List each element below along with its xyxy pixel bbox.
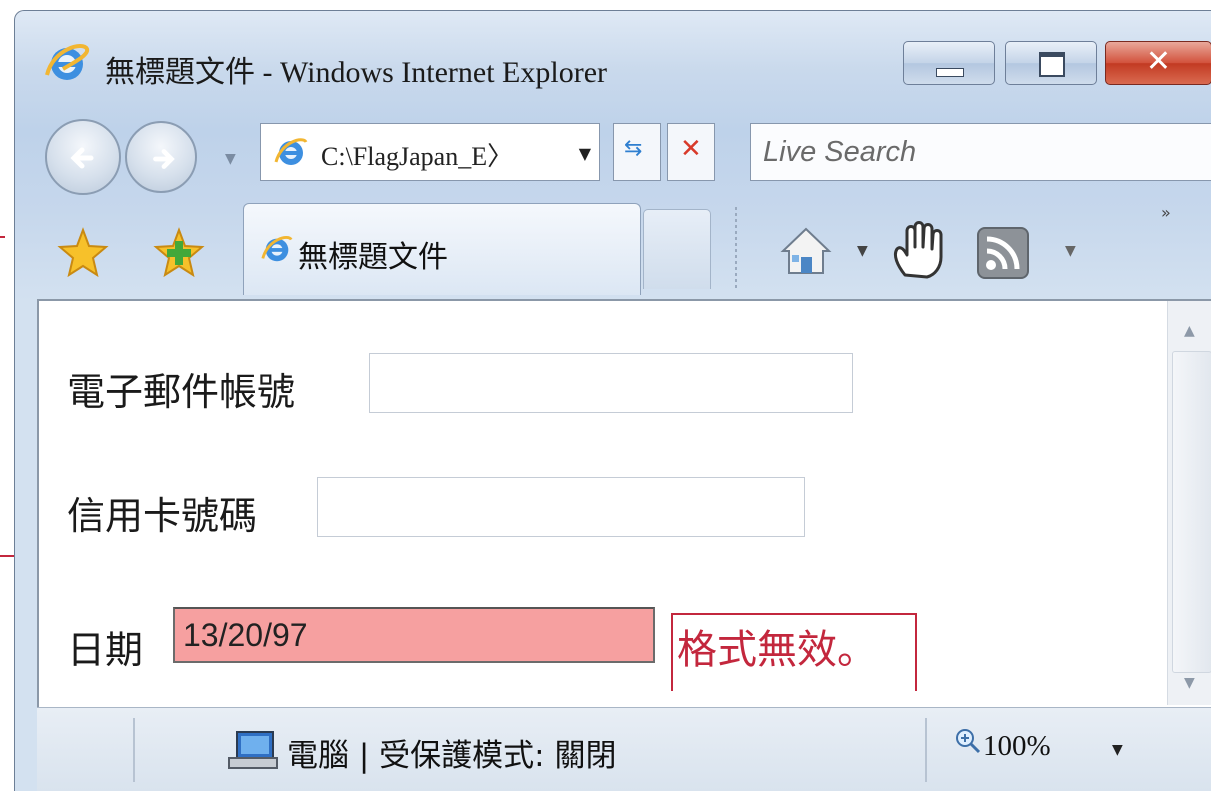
credit-card-field[interactable] xyxy=(317,477,805,537)
status-separator xyxy=(925,718,927,782)
address-text: C:\FlagJapan_E〉 xyxy=(321,142,514,171)
email-label: 電子郵件帳號 xyxy=(67,370,296,414)
forward-arrow-icon xyxy=(153,149,175,169)
address-bar[interactable]: C:\FlagJapan_E〉 ▼ xyxy=(260,123,600,181)
email-field[interactable] xyxy=(369,353,853,413)
zoom-dropdown-icon[interactable]: ▼ xyxy=(1112,742,1123,758)
page-content: 電子郵件帳號 信用卡號碼 日期 13/20/97 格式無效。 ▲ ▼ xyxy=(37,299,1211,707)
maximize-button[interactable] xyxy=(1005,41,1097,85)
stop-button[interactable]: ✕ xyxy=(667,123,715,181)
date-label: 日期 xyxy=(67,628,144,672)
title-bar: 無標題文件 - Windows Internet Explorer ✕ xyxy=(15,11,1211,111)
status-bar: 電腦 | 受保護模式: 關閉 100% ▼ xyxy=(37,707,1211,791)
minimize-button[interactable] xyxy=(903,41,995,85)
tab-label: 無標題文件 xyxy=(298,240,448,275)
error-message-box: 格式無效。 xyxy=(671,613,917,691)
scroll-thumb[interactable] xyxy=(1172,351,1211,673)
hand-icon[interactable] xyxy=(887,219,957,281)
error-message: 格式無效。 xyxy=(677,627,877,673)
credit-card-label: 信用卡號碼 xyxy=(67,494,258,538)
more-tools-chevron-icon[interactable]: » xyxy=(1161,203,1171,222)
home-icon[interactable] xyxy=(777,225,835,277)
forward-button[interactable] xyxy=(125,121,197,193)
close-icon: ✕ xyxy=(1145,44,1172,79)
scroll-up-icon[interactable]: ▲ xyxy=(1184,323,1195,339)
feed-dropdown-icon[interactable]: ▼ xyxy=(1065,243,1076,259)
ie-page-icon xyxy=(261,236,293,262)
ie-page-icon xyxy=(274,138,308,165)
vertical-scrollbar[interactable]: ▲ ▼ xyxy=(1167,301,1211,705)
back-arrow-icon xyxy=(70,147,94,169)
recent-pages-dropdown-icon[interactable]: ▼ xyxy=(225,151,236,167)
add-favorite-icon[interactable] xyxy=(153,227,205,279)
scroll-down-icon[interactable]: ▼ xyxy=(1184,675,1195,691)
stop-icon: ✕ xyxy=(680,134,702,164)
security-zone-text[interactable]: 電腦 | 受保護模式: 關閉 xyxy=(287,730,616,775)
tab-untitled-document[interactable]: 無標題文件 xyxy=(243,203,641,295)
zoom-icon[interactable] xyxy=(955,728,981,754)
status-separator xyxy=(133,718,135,782)
window-title: 無標題文件 - Windows Internet Explorer xyxy=(105,56,608,89)
rss-feed-icon[interactable] xyxy=(975,225,1031,281)
browser-window: 無標題文件 - Windows Internet Explorer ✕ ▼ C:… xyxy=(14,10,1211,791)
toolbar-separator xyxy=(735,207,737,291)
home-dropdown-icon[interactable]: ▼ xyxy=(857,243,868,259)
computer-icon xyxy=(228,731,278,769)
favorites-star-icon[interactable] xyxy=(57,227,109,279)
zoom-level[interactable]: 100% xyxy=(983,730,1051,763)
date-field[interactable]: 13/20/97 xyxy=(173,607,655,663)
refresh-icon: ⇆ xyxy=(624,136,643,161)
search-box[interactable]: Live Search xyxy=(750,123,1211,181)
search-placeholder: Live Search xyxy=(763,136,917,168)
new-tab-button[interactable] xyxy=(643,209,711,289)
address-dropdown-icon[interactable]: ▼ xyxy=(579,144,591,163)
back-button[interactable] xyxy=(45,119,121,195)
refresh-button[interactable]: ⇆ xyxy=(613,123,661,181)
callout-tick xyxy=(0,236,5,238)
close-button[interactable]: ✕ xyxy=(1105,41,1211,85)
ie-logo-icon xyxy=(45,44,90,80)
